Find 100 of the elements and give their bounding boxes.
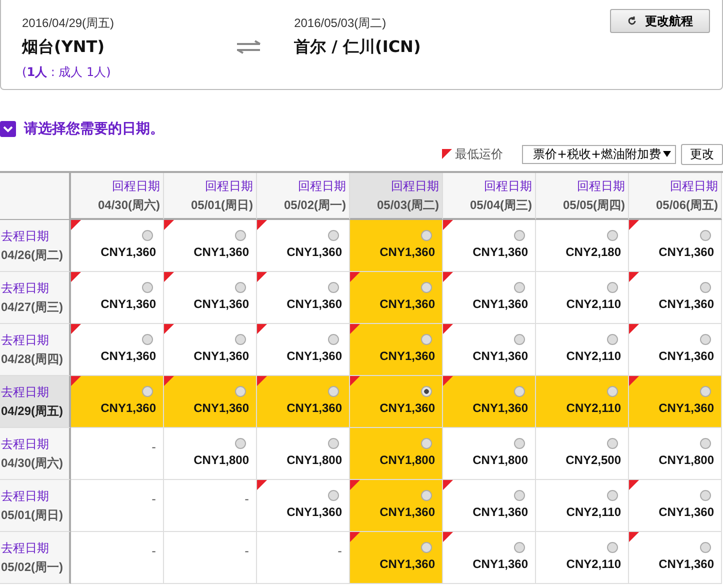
- no-fare-text: -: [244, 492, 249, 506]
- fare-radio[interactable]: [514, 386, 525, 397]
- passenger-count: (1人 : 成人 1人): [22, 64, 112, 81]
- fare-radio[interactable]: [235, 230, 246, 241]
- fare-radio[interactable]: [235, 386, 246, 397]
- fare-radio[interactable]: [328, 490, 339, 501]
- fare-price: CNY1,360: [472, 557, 528, 571]
- fare-radio[interactable]: [607, 334, 618, 345]
- fare-price: CNY1,360: [380, 401, 435, 415]
- fare-price: CNY1,360: [380, 245, 435, 259]
- fare-radio[interactable]: [700, 386, 711, 397]
- fare-radio[interactable]: [607, 438, 618, 449]
- update-button[interactable]: 更改: [681, 144, 723, 164]
- fare-radio[interactable]: [328, 230, 339, 241]
- fare-radio[interactable]: [607, 490, 618, 501]
- fare-price: CNY1,800: [380, 453, 435, 467]
- fare-radio[interactable]: [235, 438, 246, 449]
- fare-price: CNY1,360: [100, 245, 156, 259]
- departure-date-header: 去程日期 04/29(周五): [0, 376, 71, 428]
- origin-city: 烟台(YNT): [22, 37, 106, 58]
- return-date-header: 回程日期 05/02(周一): [257, 173, 350, 220]
- fare-price: CNY1,360: [100, 349, 156, 363]
- fare-price: CNY1,360: [286, 245, 342, 259]
- departure-date: 2016/04/29(周五): [22, 15, 114, 32]
- fare-radio[interactable]: [142, 282, 153, 293]
- fare-price: CNY2,110: [566, 557, 621, 571]
- fare-radio[interactable]: [142, 230, 153, 241]
- no-fare-text: -: [244, 544, 249, 558]
- fare-price: CNY1,360: [658, 557, 714, 571]
- round-trip-icon: [236, 40, 262, 54]
- fare-radio[interactable]: [235, 334, 246, 345]
- fare-price: CNY1,360: [380, 557, 435, 571]
- fare-radio[interactable]: [700, 438, 711, 449]
- fare-radio[interactable]: [700, 542, 711, 553]
- fare-radio[interactable]: [328, 334, 339, 345]
- fare-radio[interactable]: [421, 490, 432, 501]
- no-fare-text: -: [152, 492, 156, 506]
- fare-price: CNY1,360: [100, 401, 156, 415]
- fare-price: CNY1,800: [472, 453, 528, 467]
- fare-radio[interactable]: [514, 438, 525, 449]
- fare-radio[interactable]: [421, 438, 432, 449]
- fare-radio[interactable]: [421, 386, 432, 397]
- fare-price: CNY1,360: [658, 401, 714, 415]
- return-date-header: 回程日期 05/01(周日): [164, 173, 257, 220]
- departure-date-header: 去程日期 04/26(周二): [0, 220, 71, 272]
- fare-type-dropdown[interactable]: 票价+税收+燃油附加费: [522, 144, 676, 164]
- fare-radio[interactable]: [142, 386, 153, 397]
- fare-price: CNY1,360: [472, 505, 528, 519]
- fare-price: CNY1,360: [194, 349, 249, 363]
- section-title: 请选择您需要的日期。: [24, 120, 164, 138]
- change-itinerary-button[interactable]: 更改航程: [610, 9, 710, 33]
- fare-radio[interactable]: [421, 334, 432, 345]
- no-fare-text: -: [338, 544, 342, 558]
- fare-radio[interactable]: [328, 282, 339, 293]
- fare-radio[interactable]: [514, 282, 525, 293]
- return-date: 2016/05/03(周二): [294, 15, 388, 32]
- collapse-icon[interactable]: [0, 121, 16, 137]
- fare-price: CNY1,360: [100, 297, 156, 311]
- fare-radio[interactable]: [607, 386, 618, 397]
- departure-date-header: 去程日期 05/01(周日): [0, 480, 71, 532]
- fare-price: CNY1,360: [286, 297, 342, 311]
- fare-price: CNY1,800: [286, 453, 342, 467]
- fare-radio[interactable]: [142, 334, 153, 345]
- fare-price: CNY2,180: [566, 245, 621, 259]
- fare-radio[interactable]: [700, 490, 711, 501]
- fare-radio[interactable]: [607, 230, 618, 241]
- fare-price: CNY1,360: [658, 349, 714, 363]
- return-date-header: 回程日期 05/04(周三): [443, 173, 536, 220]
- fare-price: CNY1,360: [658, 297, 714, 311]
- fare-radio[interactable]: [514, 490, 525, 501]
- fare-price: CNY1,360: [286, 401, 342, 415]
- fare-price: CNY1,360: [194, 297, 249, 311]
- fare-radio[interactable]: [607, 282, 618, 293]
- fare-radio[interactable]: [700, 230, 711, 241]
- fare-radio[interactable]: [607, 542, 618, 553]
- fare-price: CNY2,110: [566, 401, 621, 415]
- refresh-icon: [627, 16, 637, 26]
- fare-price: CNY1,360: [286, 349, 342, 363]
- fare-price: CNY1,360: [380, 505, 435, 519]
- fare-price: CNY1,800: [658, 453, 714, 467]
- fare-radio[interactable]: [328, 386, 339, 397]
- fare-price: CNY1,360: [472, 401, 528, 415]
- fare-price: CNY1,360: [194, 401, 249, 415]
- fare-radio[interactable]: [328, 438, 339, 449]
- fare-radio[interactable]: [700, 334, 711, 345]
- fare-radio[interactable]: [421, 230, 432, 241]
- fare-price: CNY2,110: [566, 505, 621, 519]
- no-fare-text: -: [152, 544, 156, 558]
- fare-radio[interactable]: [235, 282, 246, 293]
- fare-radio[interactable]: [514, 542, 525, 553]
- fare-radio[interactable]: [514, 230, 525, 241]
- fare-radio[interactable]: [421, 282, 432, 293]
- fare-radio[interactable]: [421, 542, 432, 553]
- dropdown-arrow-icon: [663, 151, 671, 157]
- fare-price: CNY1,360: [194, 245, 249, 259]
- fare-radio[interactable]: [700, 282, 711, 293]
- departure-date-header: 去程日期 04/30(周六): [0, 428, 71, 480]
- fare-radio[interactable]: [514, 334, 525, 345]
- departure-date-header: 去程日期 05/02(周一): [0, 532, 71, 584]
- return-date-header: 回程日期 05/06(周五): [629, 173, 722, 220]
